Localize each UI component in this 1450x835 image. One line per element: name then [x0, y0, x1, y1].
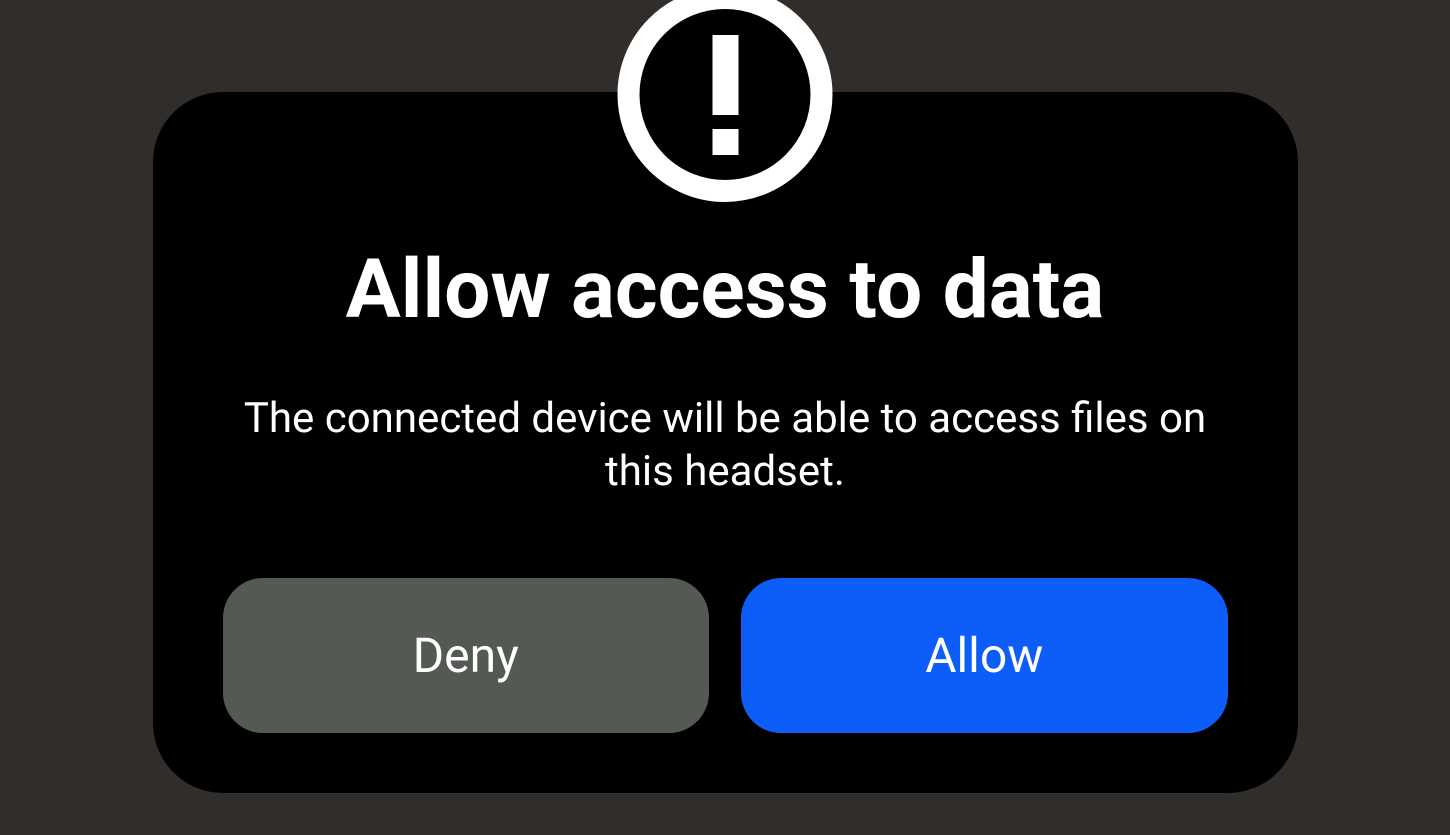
button-row: Deny Allow — [223, 578, 1228, 733]
deny-button[interactable]: Deny — [223, 578, 710, 733]
dialog-title: Allow access to data — [223, 242, 1228, 338]
exclamation-circle-icon — [618, 0, 833, 202]
permission-dialog: Allow access to data The connected devic… — [153, 92, 1298, 793]
exclamation-dot — [712, 129, 738, 155]
allow-button[interactable]: Allow — [741, 578, 1228, 733]
exclamation-bar — [712, 35, 738, 115]
dialog-body: The connected device will be able to acc… — [223, 393, 1228, 498]
